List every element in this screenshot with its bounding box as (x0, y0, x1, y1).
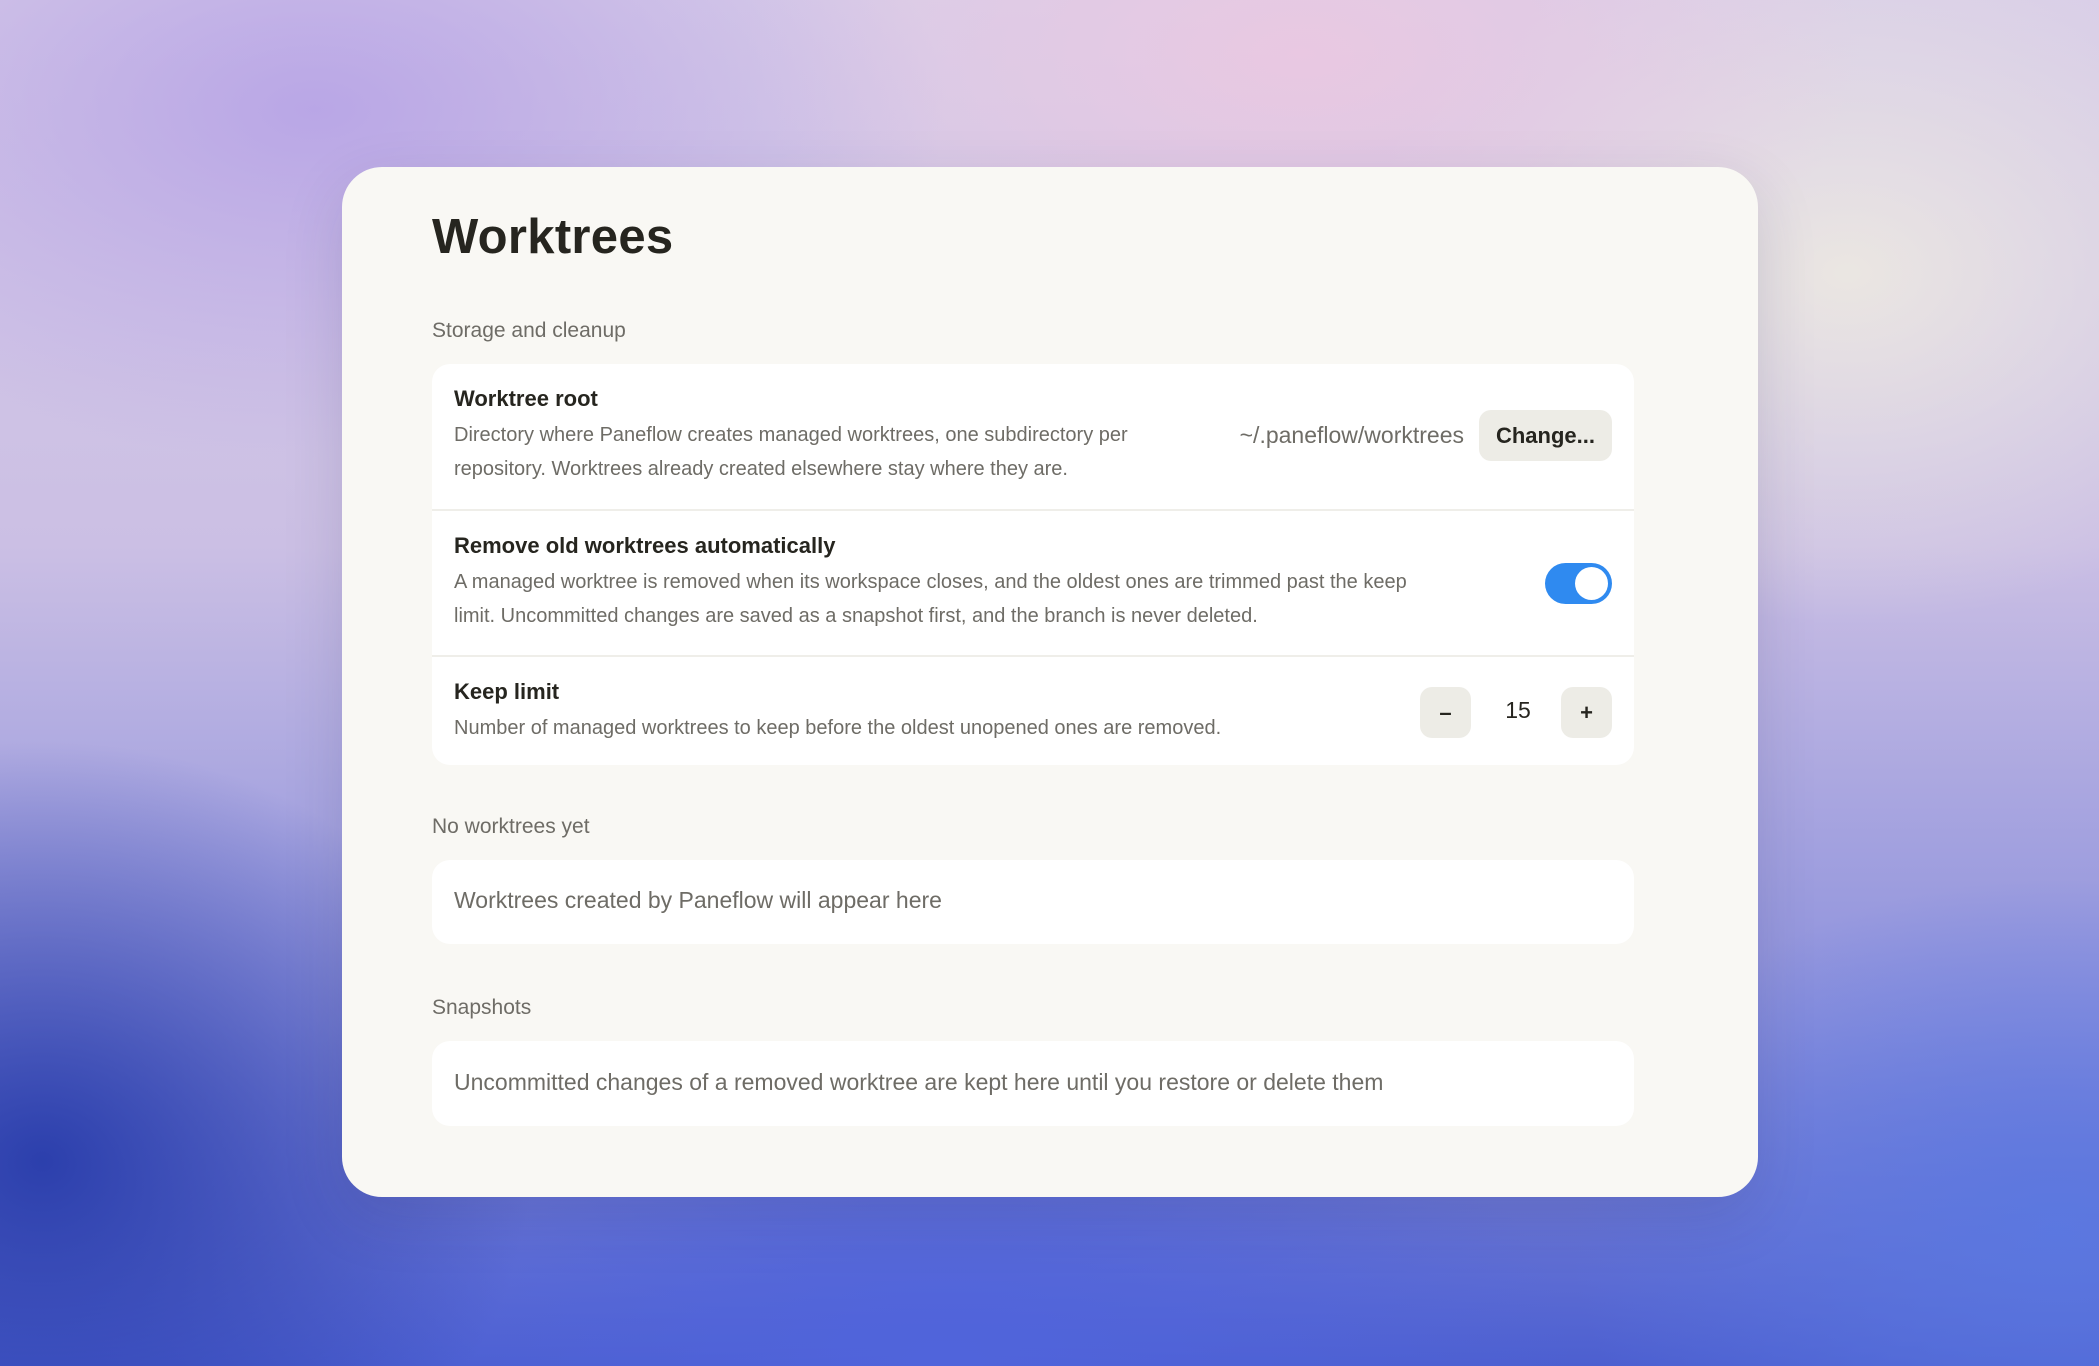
change-root-button[interactable]: Change... (1479, 410, 1612, 461)
increment-button[interactable]: + (1561, 687, 1612, 738)
decrement-button[interactable]: – (1420, 687, 1471, 738)
keep-limit-description: Number of managed worktrees to keep befo… (454, 717, 1222, 739)
section-label-snapshots: Snapshots (432, 996, 532, 1019)
auto-remove-toggle[interactable] (1545, 563, 1612, 604)
storage-card: Worktree root Directory where Paneflow c… (432, 364, 1634, 765)
worktrees-empty-text: Worktrees created by Paneflow will appea… (454, 887, 942, 913)
section-label-storage: Storage and cleanup (432, 319, 626, 342)
auto-remove-description-line: A managed worktree is removed when its w… (454, 571, 1407, 593)
auto-remove-description: A managed worktree is removed when its w… (454, 565, 1407, 633)
worktree-root-description: Directory where Paneflow creates managed… (454, 418, 1128, 486)
auto-remove-description-line: limit. Uncommitted changes are saved as … (454, 605, 1258, 627)
worktree-root-title: Worktree root (454, 386, 598, 411)
auto-remove-title: Remove old worktrees automatically (454, 533, 836, 558)
worktrees-empty-card: Worktrees created by Paneflow will appea… (432, 860, 1634, 944)
worktree-root-description-line: repository. Worktrees already created el… (454, 458, 1068, 480)
worktree-root-description-line: Directory where Paneflow creates managed… (454, 424, 1128, 446)
worktree-root-path: ~/.paneflow/worktrees (1239, 422, 1464, 448)
snapshots-empty-text: Uncommitted changes of a removed worktre… (454, 1069, 1384, 1095)
auto-remove-row: Remove old worktrees automatically A man… (432, 511, 1634, 657)
toggle-knob (1575, 567, 1608, 600)
keep-limit-row: Keep limit Number of managed worktrees t… (432, 657, 1634, 765)
settings-panel: Worktrees Storage and cleanup Worktree r… (342, 167, 1758, 1197)
section-label-worktrees: No worktrees yet (432, 815, 590, 838)
keep-limit-value: 15 (1505, 697, 1531, 723)
page-title: Worktrees (432, 210, 674, 264)
worktree-root-row: Worktree root Directory where Paneflow c… (432, 364, 1634, 511)
keep-limit-title: Keep limit (454, 679, 560, 704)
snapshots-empty-card: Uncommitted changes of a removed worktre… (432, 1041, 1634, 1126)
